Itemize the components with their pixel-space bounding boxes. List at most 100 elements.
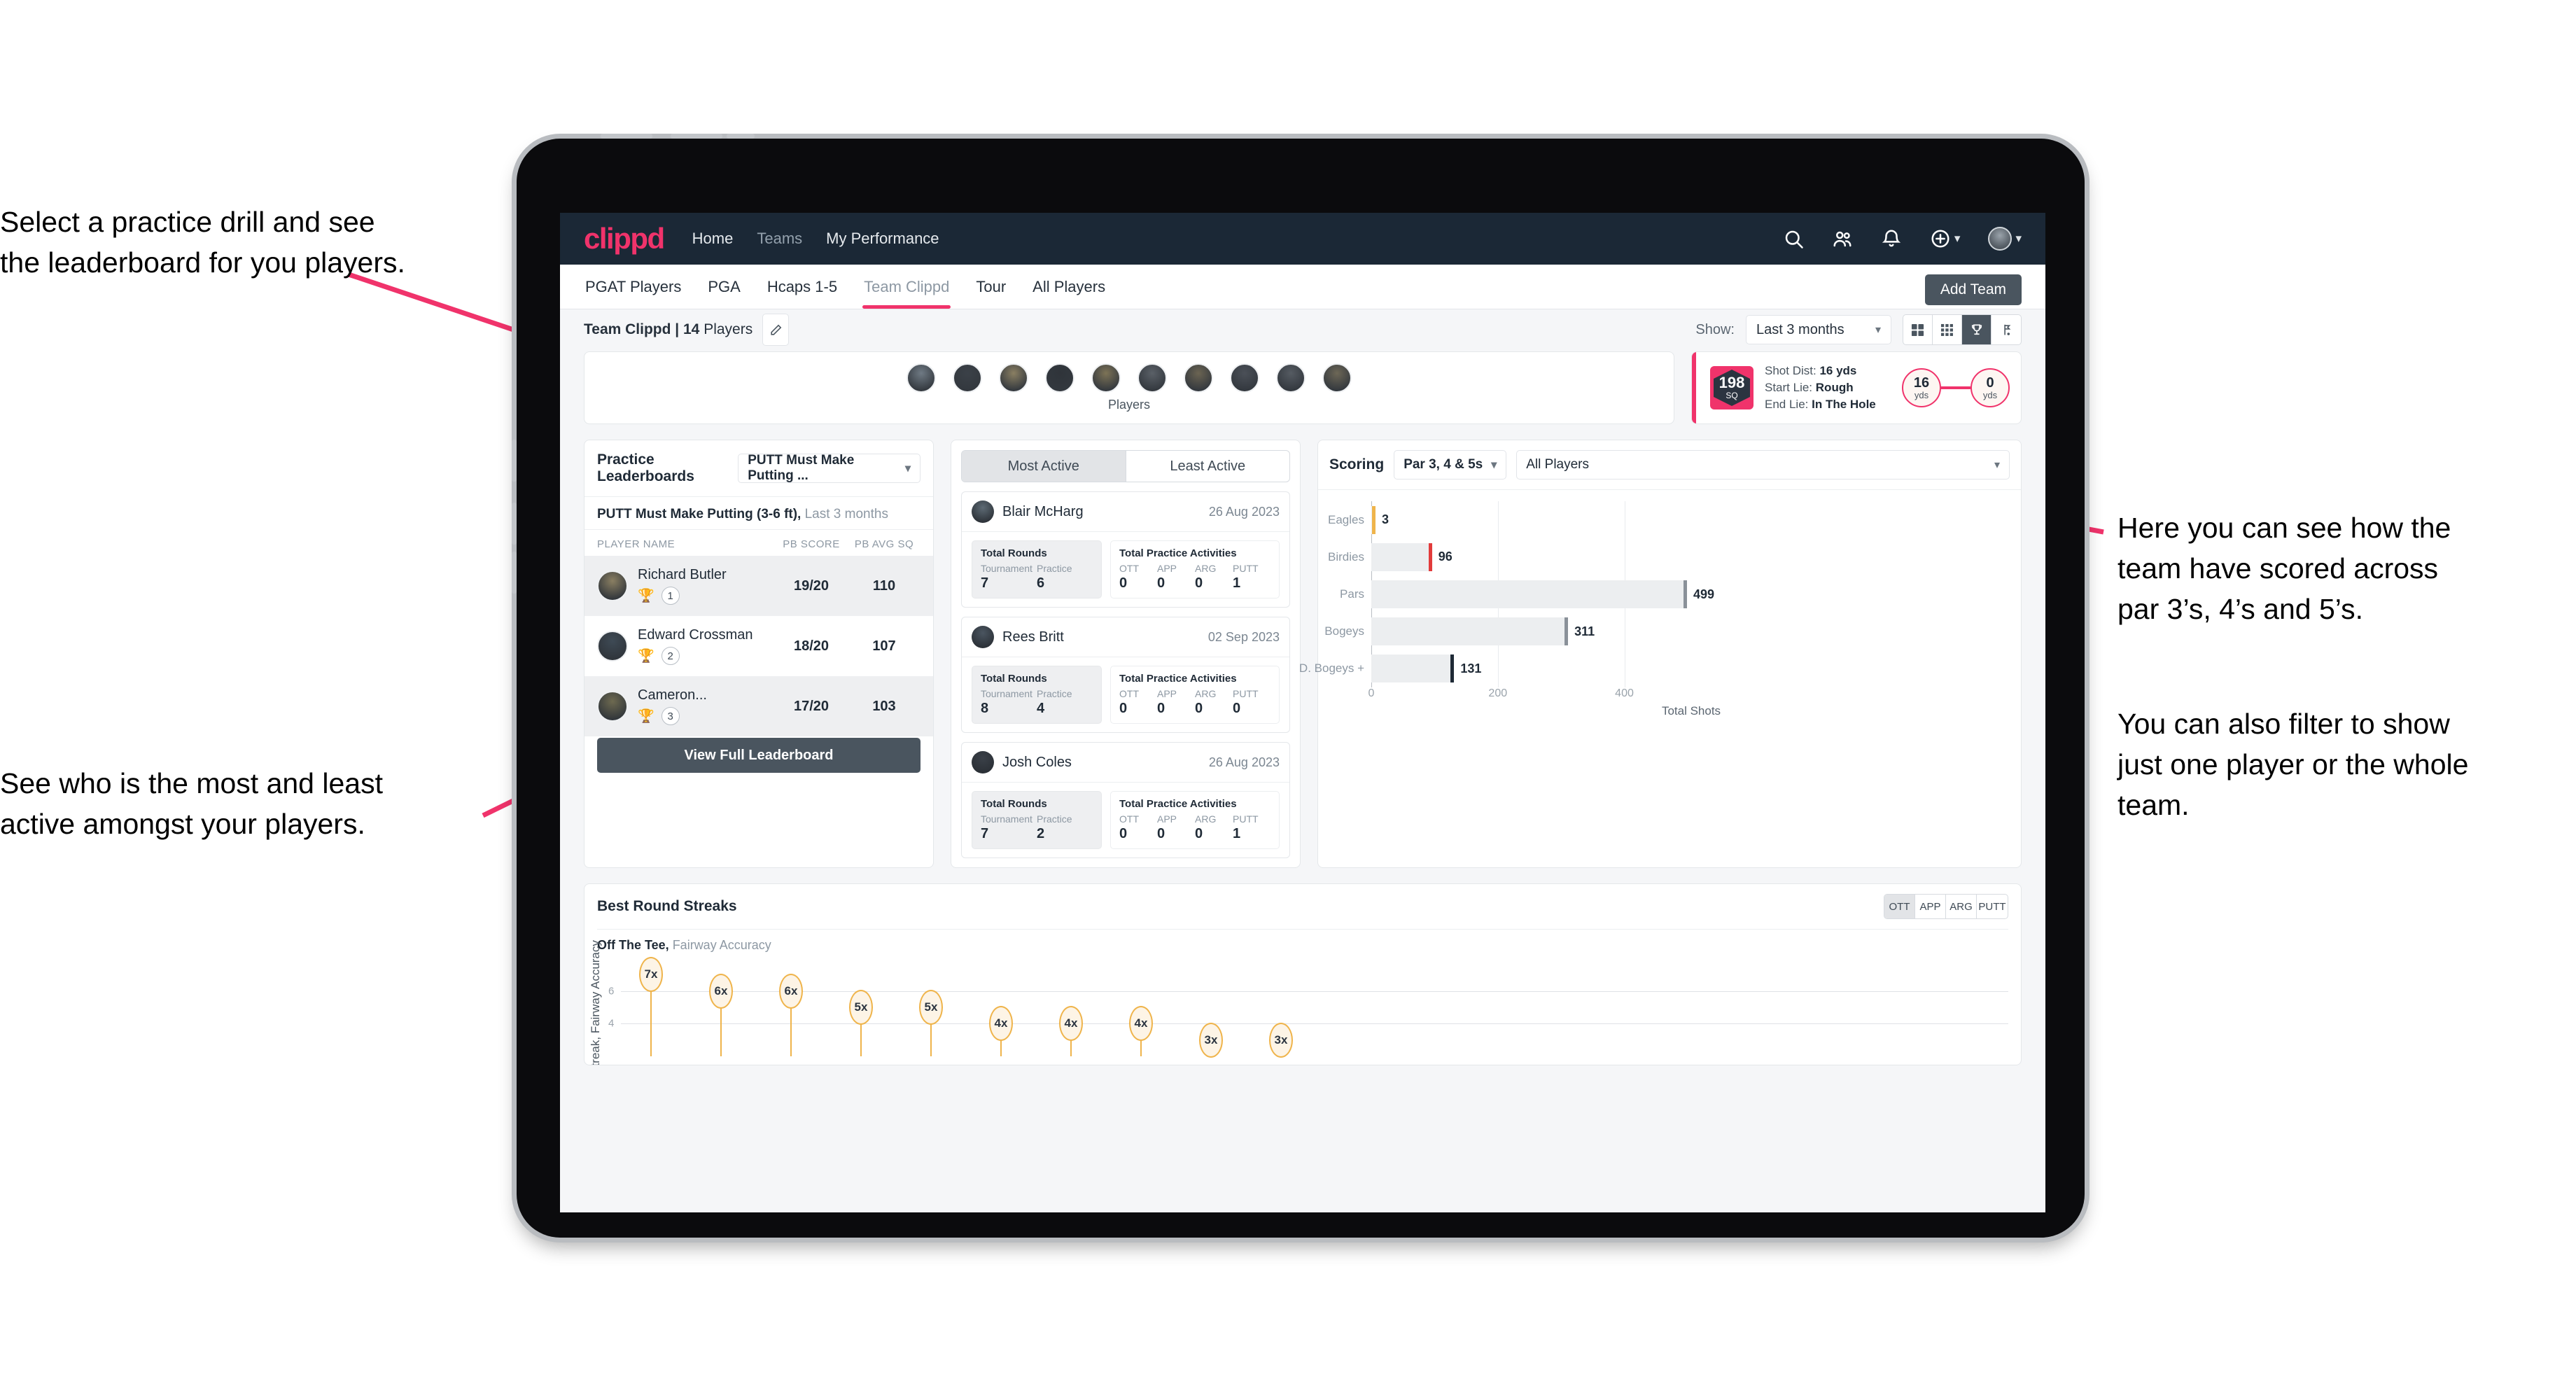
segment-most-active[interactable]: Most Active [962,451,1126,482]
streaks-title: Best Round Streaks [597,898,737,914]
scoring-bar-row: Bogeys 311 [1324,617,1595,646]
chevron-down-icon-profile[interactable]: ▾ [2015,232,2022,246]
scoring-bar-label: Pars [1340,587,1364,601]
shot-dist-value: 16 yds [1819,363,1857,377]
shot-quality-unit: SQ [1726,390,1738,400]
table-row[interactable]: Cameron... 🏆 3 17/20 103 [584,676,933,736]
player-avatar[interactable] [1276,363,1306,393]
segment-arg[interactable]: ARG [1946,895,1977,918]
annotation-filter: You can also filter to show just one pla… [2118,708,2469,822]
player-avatar[interactable] [1138,363,1167,393]
team-tabs: PGAT Players PGA Hcaps 1-5 Team Clippd T… [560,265,2045,309]
practice-value: 0 [1195,575,1203,591]
people-icon[interactable] [1832,228,1853,249]
practice-key: OTT [1119,563,1139,574]
show-range-select[interactable]: Last 3 months ▾ [1746,315,1891,344]
end-lie-line: End Lie: In The Hole [1765,396,1876,413]
practice-value: 0 [1157,826,1166,841]
scoring-bar-cap [1564,617,1569,646]
practice-cell: OTT 0 [1119,688,1157,717]
activity-card[interactable]: Rees Britt 02 Sep 2023 Total Rounds Tournam… [961,617,1290,733]
nav-item-my-performance[interactable]: My Performance [826,230,939,248]
tab-tour[interactable]: Tour [974,265,1007,309]
segment-ott[interactable]: OTT [1884,895,1915,918]
streaks-plot: Streak, Fairway Accuracy 4 6 7x 6x 6x 5x 5x 4x 4… [589,940,2008,1065]
player-avatar[interactable] [1322,363,1352,393]
streak-bubble: 4x [989,1006,1013,1042]
chevron-down-icon-add[interactable]: ▾ [1954,232,1961,246]
player-avatar[interactable] [999,363,1028,393]
tab-pgat-players[interactable]: PGAT Players [584,265,682,309]
player-badges: 🏆 2 [638,647,775,665]
total-practice-title: Total Practice Activities [1119,673,1237,685]
grid-4-icon[interactable] [1903,315,1933,344]
segment-putt[interactable]: PUTT [1977,895,2008,918]
clippd-logo[interactable]: clippd [584,222,665,255]
grid-9-icon[interactable] [1933,315,1962,344]
scoring-bar-row: Pars 499 [1340,580,1714,608]
main-nav: Home Teams My Performance [692,230,939,248]
rounds-value: 8 [981,701,989,716]
scoring-bar-label: Bogeys [1324,624,1364,638]
end-distance-unit: yds [1982,389,1998,400]
player-avatar[interactable] [953,363,982,393]
scoring-header: Scoring Par 3, 4 & 5s ▾ All Players ▾ [1318,440,2021,490]
bell-icon[interactable] [1881,228,1902,249]
player-filter-select[interactable]: All Players ▾ [1516,450,2010,479]
scoring-bars: Eagles 3 Birdies 96 Pars 499 Bogeys 311 D. Bogey… [1299,501,2011,687]
plus-circle-icon[interactable] [1930,228,1951,249]
player-avatar[interactable] [1045,363,1074,393]
table-row[interactable]: Edward Crossman 🏆 2 18/20 107 [584,616,933,676]
nav-item-home[interactable]: Home [692,230,734,248]
segment-least-active[interactable]: Least Active [1125,451,1290,482]
avatar [972,626,994,648]
pb-score-cell: 18/20 [793,638,830,654]
view-full-leaderboard-button[interactable]: View Full Leaderboard [597,738,920,773]
trophy-icon[interactable] [1962,315,1991,344]
activity-panel: Most Active Least Active Blair McHarg 26 … [951,440,1301,868]
trophy-icon: 🏆 [638,588,654,603]
activity-card[interactable]: Josh Coles 26 Aug 2023 Total Rounds Tournam… [961,742,1290,858]
tab-team-clippd[interactable]: Team Clippd [862,265,951,309]
team-toolbar: Team Clippd | 14 Players Show: Last 3 mo… [560,309,2045,350]
rounds-cells: Tournament 7 Practice 6 [981,563,1093,592]
practice-key: ARG [1195,813,1217,825]
rounds-cell: Practice 4 [1037,688,1093,717]
tab-all-players[interactable]: All Players [1031,265,1107,309]
par-filter-select[interactable]: Par 3, 4 & 5s ▾ [1394,450,1507,479]
practice-cell: APP 0 [1157,563,1195,592]
streak-bubble: 3x [1269,1022,1293,1058]
rounds-cell: Tournament 8 [981,688,1037,717]
activity-card-header: Rees Britt 02 Sep 2023 [962,617,1289,657]
drill-select[interactable]: PUTT Must Make Putting ... ▾ [738,453,920,483]
golf-flag-icon[interactable] [1991,315,2021,344]
nav-item-teams[interactable]: Teams [757,230,802,248]
start-distance-unit: yds [1914,389,1929,400]
column-player-name: PLAYER NAME [597,538,676,550]
player-avatar[interactable] [1184,363,1213,393]
tab-hcaps-1-5[interactable]: Hcaps 1-5 [766,265,839,309]
avatar[interactable] [1988,227,2012,251]
add-team-button[interactable]: Add Team [1924,274,2022,305]
activity-card[interactable]: Blair McHarg 26 Aug 2023 Total Rounds Tourn… [961,491,1290,608]
hexagon-icon: 198 SQ [1714,370,1750,406]
player-avatar[interactable] [1230,363,1259,393]
practice-key: OTT [1119,813,1139,825]
segment-app[interactable]: APP [1915,895,1946,918]
header-actions: ▾ ▾ [1783,227,2022,251]
rounds-cell: Tournament 7 [981,813,1037,842]
practice-cell: ARG 0 [1195,813,1233,842]
avatar [972,500,994,523]
tab-pga[interactable]: PGA [706,265,741,309]
table-row[interactable]: Richard Butler 🏆 1 19/20 110 [584,556,933,616]
search-icon[interactable] [1783,228,1804,249]
app-header: clippd Home Teams My Performance ▾ ▾ [560,213,2045,265]
leaderboard-title: Practice Leaderboards [597,451,694,484]
pencil-icon[interactable] [762,314,790,346]
practice-value: 0 [1157,575,1166,591]
player-avatar[interactable] [1091,363,1121,393]
streaks-y-axis-label: Streak, Fairway Accuracy [589,940,602,1065]
player-avatar[interactable] [906,363,936,393]
distance-connector-line [1941,386,1970,389]
practice-value: 0 [1233,701,1241,716]
